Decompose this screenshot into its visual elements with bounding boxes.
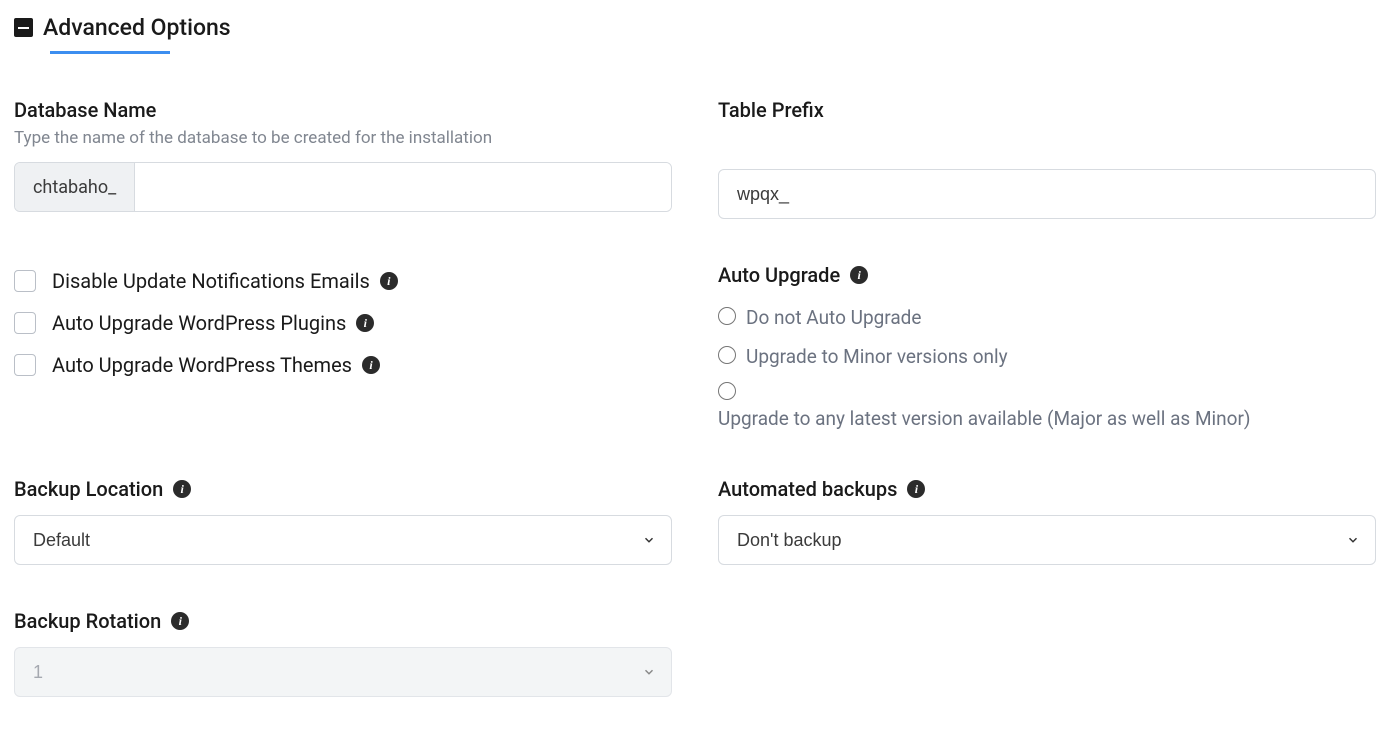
auto-upgrade-themes-text: Auto Upgrade WordPress Themes [52,353,352,377]
section-title: Advanced Options [43,14,231,41]
auto-upgrade-plugins-row: Auto Upgrade WordPress Plugins [14,311,672,335]
auto-upgrade-none-row: Do not Auto Upgrade [718,303,1376,332]
backup-rotation-select: 1 [14,647,672,697]
database-name-field: Database Name Type the name of the datab… [14,98,672,219]
auto-upgrade-themes-checkbox[interactable] [14,354,36,376]
automated-backups-label-text: Automated backups [718,477,897,501]
auto-upgrade-field: Auto Upgrade Do not Auto Upgrade Upgrade… [718,263,1376,433]
auto-upgrade-themes-label: Auto Upgrade WordPress Themes [52,353,380,377]
disable-update-emails-label: Disable Update Notifications Emails [52,269,398,293]
database-name-input-group: chtabaho_ [14,162,672,212]
backup-location-label-text: Backup Location [14,477,163,501]
auto-upgrade-minor-label: Upgrade to Minor versions only [746,342,1008,371]
upgrade-checkboxes: Disable Update Notifications Emails Auto… [14,263,672,433]
auto-upgrade-label: Auto Upgrade [718,263,1376,287]
disable-update-emails-checkbox[interactable] [14,270,36,292]
backup-location-label: Backup Location [14,477,672,501]
table-prefix-input[interactable] [718,169,1376,219]
backup-location-field: Backup Location Default [14,477,672,565]
auto-upgrade-major-label: Upgrade to any latest version available … [718,404,1376,433]
info-icon[interactable] [356,314,374,332]
backup-rotation-label: Backup Rotation [14,609,672,633]
auto-upgrade-plugins-text: Auto Upgrade WordPress Plugins [52,311,346,335]
automated-backups-select[interactable]: Don't backup [718,515,1376,565]
automated-backups-label: Automated backups [718,477,1376,501]
auto-upgrade-plugins-checkbox[interactable] [14,312,36,334]
database-name-help: Type the name of the database to be crea… [14,128,672,148]
collapse-icon [14,18,33,37]
disable-update-emails-row: Disable Update Notifications Emails [14,269,672,293]
active-tab-underline [50,51,170,54]
backup-rotation-label-text: Backup Rotation [14,609,161,633]
database-name-input[interactable] [135,163,671,211]
auto-upgrade-none-radio[interactable] [718,307,736,325]
auto-upgrade-minor-radio[interactable] [718,346,736,364]
disable-update-emails-text: Disable Update Notifications Emails [52,269,370,293]
backup-rotation-field: Backup Rotation 1 [14,609,672,697]
auto-upgrade-none-label: Do not Auto Upgrade [746,303,921,332]
info-icon[interactable] [850,266,868,284]
advanced-options-header[interactable]: Advanced Options [14,14,1376,41]
info-icon[interactable] [171,612,189,630]
automated-backups-field: Automated backups Don't backup [718,477,1376,565]
info-icon[interactable] [173,480,191,498]
auto-upgrade-major-row: Upgrade to any latest version available … [718,382,1376,433]
info-icon[interactable] [362,356,380,374]
auto-upgrade-label-text: Auto Upgrade [718,263,840,287]
auto-upgrade-minor-row: Upgrade to Minor versions only [718,342,1376,371]
backup-location-select[interactable]: Default [14,515,672,565]
table-prefix-field: Table Prefix [718,98,1376,219]
info-icon[interactable] [380,272,398,290]
database-prefix-addon: chtabaho_ [15,163,135,211]
table-prefix-label: Table Prefix [718,98,1376,122]
info-icon[interactable] [907,480,925,498]
auto-upgrade-major-radio[interactable] [718,382,736,400]
database-name-label: Database Name [14,98,672,122]
auto-upgrade-plugins-label: Auto Upgrade WordPress Plugins [52,311,374,335]
auto-upgrade-themes-row: Auto Upgrade WordPress Themes [14,353,672,377]
